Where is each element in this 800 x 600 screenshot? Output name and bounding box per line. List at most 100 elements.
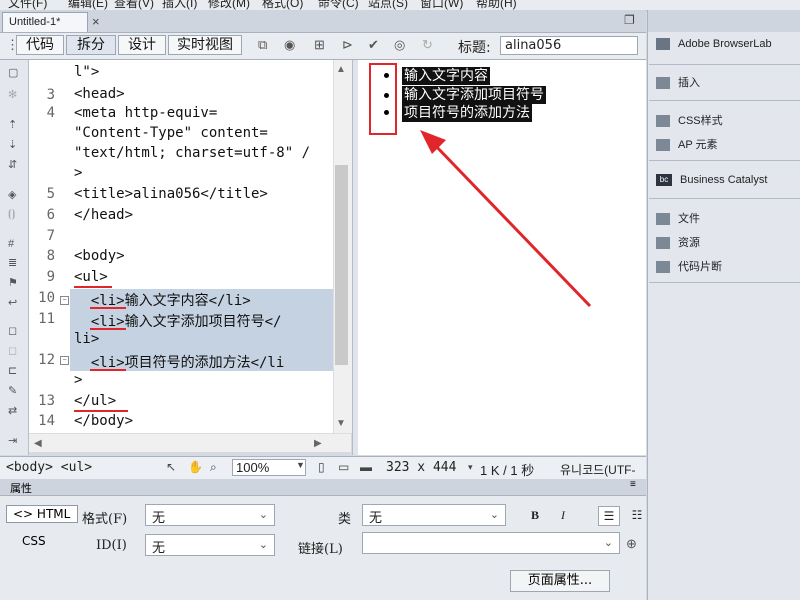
code-view-button[interactable]: 代码 (16, 35, 64, 55)
visual-aids-icon[interactable]: ◎ (394, 37, 405, 53)
inspect-icon[interactable]: ◉ (284, 37, 295, 53)
code-line: li> (74, 331, 100, 347)
annotation-box (369, 63, 397, 135)
page-properties-button[interactable]: 页面属性... (510, 570, 610, 592)
balance-braces-icon[interactable]: ⦗⦘ (8, 208, 15, 221)
collapse-selection-icon[interactable]: ⇣ (8, 138, 17, 151)
live-code-icon[interactable]: ⧉ (258, 37, 267, 53)
hand-tool-icon[interactable]: ✋ (188, 460, 203, 474)
code-horizontal-scrollbar[interactable] (29, 433, 351, 452)
html-mode-button[interactable]: <> HTML (6, 505, 78, 523)
title-input[interactable]: alina056 (500, 36, 638, 55)
point-to-file-icon[interactable]: ⊕ (626, 536, 637, 552)
design-list-item[interactable]: 项目符号的添加方法 (402, 104, 532, 122)
panel-menu-icon[interactable]: ≡ (630, 479, 636, 490)
line-number: 7 (46, 228, 55, 244)
panel-dock-header (648, 10, 800, 32)
insert-icon (656, 77, 670, 90)
live-view-button[interactable]: 实时视图 (168, 35, 242, 55)
css-styles-icon (656, 115, 670, 128)
panel-browserlab[interactable]: Adobe BrowserLab (656, 38, 772, 51)
panel-label: 文件 (678, 213, 700, 225)
panel-css-styles[interactable]: CSS样式 (656, 112, 723, 128)
title-label: 标题: (458, 40, 491, 56)
zoom-tool-icon[interactable]: ⌕ (210, 460, 217, 475)
line-number: 3 (46, 87, 55, 103)
link-label: 链接(L) (298, 542, 343, 557)
tag-selector[interactable]: <body> <ul> (6, 460, 92, 475)
multiscreen-icon[interactable]: ⊞ (314, 37, 325, 53)
move-css-icon[interactable]: ⇄ (8, 404, 17, 417)
code-scroll-thumb[interactable] (335, 165, 348, 365)
line-number: 9 (46, 269, 55, 285)
panel-snippets[interactable]: 代码片断 (656, 258, 722, 274)
scroll-down-icon[interactable]: ▼ (336, 418, 346, 429)
expand-all-icon[interactable]: ⇵ (8, 158, 17, 171)
panel-label: 插入 (678, 77, 700, 89)
show-code-navigator-icon[interactable]: ✻ (8, 88, 17, 101)
scroll-up-icon[interactable]: ▲ (336, 64, 346, 75)
id-select[interactable]: 无 ⌄ (145, 534, 275, 556)
css-mode-button[interactable]: CSS (22, 534, 46, 548)
word-wrap-icon[interactable]: ↩ (8, 296, 17, 309)
zoom-select[interactable]: 100% (232, 459, 306, 476)
document-toolbar: ⋮ 代码 拆分 设计 实时视图 ⧉ ◉ ⊞ ⊳ ✔ ◎ ↻ 标题: alina0… (0, 33, 646, 60)
bold-button[interactable]: B (524, 506, 546, 526)
highlight-invalid-icon[interactable]: ≣ (8, 256, 17, 269)
link-input[interactable]: ⌄ (362, 532, 620, 554)
annotation-underline (90, 369, 126, 371)
design-list-item[interactable]: 输入文字添加项目符号 (402, 86, 546, 104)
window-size[interactable]: 323 x 444 (386, 460, 456, 475)
class-select[interactable]: 无 ⌄ (362, 504, 506, 526)
panel-files[interactable]: 文件 (656, 210, 700, 226)
select-tool-icon[interactable]: ↖ (166, 460, 176, 474)
fold-marker-icon[interactable]: − (60, 296, 69, 305)
code-line: </head> (74, 207, 134, 223)
encoding-label: 유니코드(UTF- (560, 463, 636, 477)
remove-comment-icon[interactable]: ◻ (8, 344, 17, 357)
select-parent-tag-icon[interactable]: ◈ (8, 188, 16, 201)
design-view-button[interactable]: 设计 (118, 35, 166, 55)
panel-ap-elements[interactable]: AP 元素 (656, 136, 718, 152)
document-tab[interactable]: Untitled-1* (2, 12, 88, 32)
restore-window-icon[interactable]: ❐ (624, 13, 635, 27)
wrap-tag-icon[interactable]: ⊏ (8, 364, 17, 377)
open-documents-icon[interactable]: ▢ (8, 66, 18, 79)
ordered-list-button[interactable]: ☷ (626, 506, 648, 526)
preview-browser-icon[interactable]: ⊳ (342, 37, 353, 53)
panel-assets[interactable]: 资源 (656, 234, 700, 250)
refresh-icon[interactable]: ↻ (422, 37, 433, 53)
format-select[interactable]: 无 ⌄ (145, 504, 275, 526)
chevron-down-icon: ⌄ (603, 536, 613, 549)
unordered-list-button[interactable]: ☰ (598, 506, 620, 526)
apply-comment-icon[interactable]: ◻ (8, 324, 17, 337)
desktop-size-icon[interactable]: ▬ (360, 460, 372, 474)
panel-label: Business Catalyst (680, 174, 768, 186)
window-size-chevron-icon[interactable]: ▾ (468, 462, 473, 473)
scroll-right-icon[interactable]: ▶ (314, 438, 322, 449)
panel-divider (649, 100, 800, 101)
panel-label: 资源 (678, 237, 700, 249)
close-icon[interactable]: × (92, 14, 100, 29)
split-view-button[interactable]: 拆分 (66, 35, 116, 55)
syntax-error-icon[interactable]: ⚑ (8, 276, 18, 289)
line-number: 5 (46, 186, 55, 202)
assets-icon (656, 237, 670, 250)
scroll-left-icon[interactable]: ◀ (34, 438, 42, 449)
collapse-full-tag-icon[interactable]: ⇡ (8, 118, 17, 131)
snippets-icon (656, 261, 670, 274)
panel-insert[interactable]: 插入 (656, 74, 700, 90)
indent-code-icon[interactable]: ⇥ (8, 434, 17, 447)
line-number: 8 (46, 248, 55, 264)
file-management-icon[interactable]: ✔ (368, 37, 379, 53)
mobile-size-icon[interactable]: ▯ (318, 460, 325, 474)
recent-snippets-icon[interactable]: ✎ (8, 384, 17, 397)
design-list-item[interactable]: 输入文字内容 (402, 67, 490, 85)
line-numbers-icon[interactable]: # (8, 238, 14, 250)
italic-button[interactable]: I (552, 506, 574, 526)
fold-marker-icon[interactable]: − (60, 356, 69, 365)
panel-business-catalyst[interactable]: bc Business Catalyst (656, 174, 768, 187)
tablet-size-icon[interactable]: ▭ (338, 460, 349, 474)
class-label: 类 (338, 512, 352, 527)
chevron-down-icon[interactable]: ▼ (296, 460, 305, 470)
